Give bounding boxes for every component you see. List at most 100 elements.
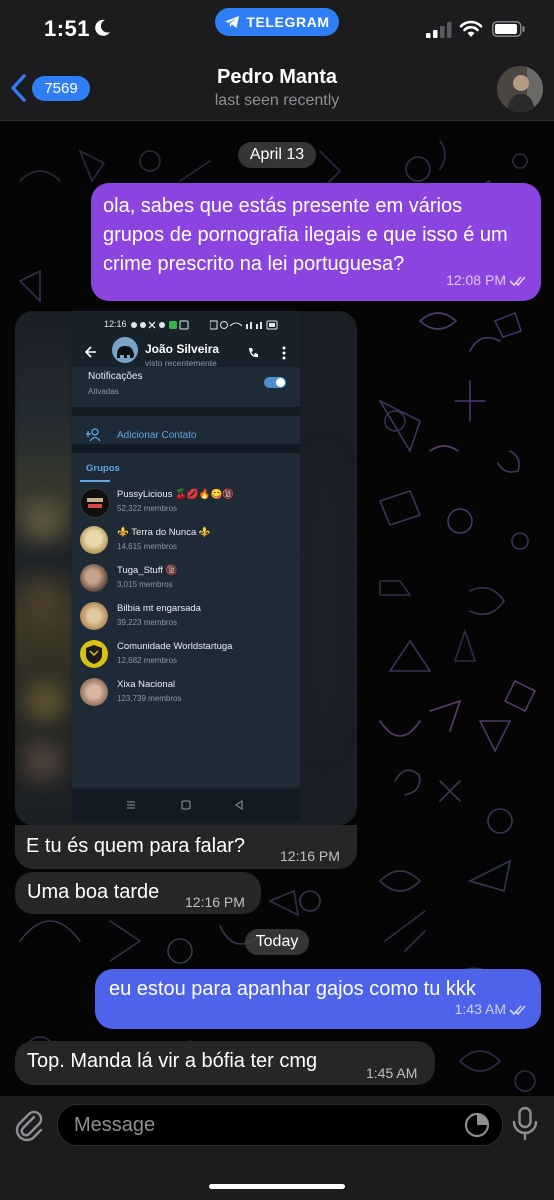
blurred-region [23, 501, 63, 541]
message-input-placeholder: Message [74, 1114, 156, 1136]
group-title: PussyLicious 🍒💋🔥😋🔞 [117, 489, 235, 500]
group-members: 3,015 membros [117, 580, 173, 589]
embedded-groups-section: Grupos PussyLicious 🍒💋🔥😋🔞 52,322 membros… [72, 453, 300, 787]
message-time: 12:16 PM [280, 848, 340, 864]
double-check-icon [509, 1004, 526, 1015]
date-separator: Today [245, 929, 309, 955]
outgoing-message[interactable]: eu estou para apanhar gajos como tu kkk … [95, 969, 541, 1029]
embedded-groups-header: Grupos [86, 463, 120, 474]
incoming-message[interactable]: Top. Manda lá vir a bófia ter cmg 1:45 A… [15, 1041, 435, 1085]
group-avatar [80, 602, 108, 630]
message-text: Top. Manda lá vir a bófia ter cmg [27, 1050, 318, 1072]
battery-icon [492, 21, 525, 37]
back-chevron-icon[interactable] [8, 73, 30, 103]
embedded-group-item: PussyLicious 🍒💋🔥😋🔞 52,322 membros [80, 484, 294, 522]
message-time: 1:43 AM [454, 1001, 506, 1017]
message-meta: 12:08 PM [446, 266, 529, 295]
blurred-region [23, 741, 63, 781]
embedded-notifications-label: Notificações [88, 371, 143, 382]
message-meta: 1:43 AM [455, 995, 529, 1024]
moon-icon [95, 19, 110, 36]
group-members: 52,322 membros [117, 504, 178, 513]
incoming-photo-message[interactable]: 12:16 João Silveira visto recentemente N… [15, 311, 357, 825]
group-avatar [80, 640, 108, 668]
message-composer: Message [0, 1096, 554, 1200]
group-avatar [80, 488, 110, 518]
embedded-group-item: Tuga_Stuff 🔞 3,015 membros [80, 560, 294, 598]
home-square-icon [181, 800, 191, 810]
embedded-android-nav [72, 789, 300, 821]
contact-status: last seen recently [214, 92, 340, 109]
shield-emblem-icon [86, 645, 102, 664]
embedded-group-item: Bilbia mt engarsada 39,223 membros [80, 598, 294, 636]
sticker-icon[interactable] [464, 1112, 490, 1138]
chat-area[interactable]: April 13 ola, sabes que estás presente e… [0, 121, 554, 1096]
group-members: 123,739 membros [117, 694, 182, 703]
incoming-message[interactable]: E tu és quem para falar? 12:16 PM [15, 825, 357, 869]
outgoing-message[interactable]: ola, sabes que estás presente em vários … [91, 183, 541, 301]
embedded-contact-avatar [112, 337, 138, 363]
group-avatar [80, 678, 108, 706]
back-unread-badge[interactable]: 7569 [32, 76, 90, 101]
message-time: 12:08 PM [446, 272, 506, 288]
status-bar: 1:51 TELEGRAM [0, 0, 554, 58]
group-avatar [80, 526, 108, 554]
back-triangle-icon [235, 800, 243, 810]
embedded-more-icon [282, 346, 286, 360]
message-text: E tu és quem para falar? [26, 835, 246, 857]
recent-apps-icon [127, 801, 135, 809]
home-indicator[interactable] [209, 1184, 345, 1189]
embedded-groups-tab-underline [80, 480, 110, 482]
group-title: Tuga_Stuff 🔞 [117, 565, 178, 576]
embedded-divider [72, 444, 300, 453]
embedded-phone-screenshot: 12:16 João Silveira visto recentemente N… [72, 311, 300, 821]
date-separator: April 13 [238, 142, 316, 168]
embedded-contact-name: João Silveira [145, 342, 220, 356]
contact-name[interactable]: Pedro Manta [150, 66, 404, 89]
embedded-group-item: Xixa Nacional 123,739 membros [80, 674, 294, 712]
double-check-icon [509, 275, 526, 286]
group-title: Comunidade Worldstartuga [117, 641, 233, 652]
embedded-status-right-icons [210, 320, 278, 330]
message-text: Uma boa tarde [27, 881, 160, 903]
microphone-icon[interactable] [511, 1106, 539, 1142]
attach-paperclip-icon[interactable] [12, 1108, 46, 1142]
message-time: 1:45 AM [366, 1065, 418, 1081]
telegram-return-pill[interactable]: TELEGRAM [215, 8, 339, 36]
group-title: Bilbia mt engarsada [117, 603, 201, 614]
avatar-photo-icon [497, 66, 543, 112]
embedded-phone-icon [249, 348, 258, 358]
group-title: Xixa Nacional [117, 679, 176, 690]
embedded-notifications-section: Notificações Ativadas [72, 367, 300, 407]
group-title: ⚜️ Terra do Nunca ⚜️ [117, 527, 211, 538]
group-members: 14,615 membros [117, 542, 178, 551]
group-members: 12,682 membros [117, 656, 178, 665]
telegram-pill-label: TELEGRAM [246, 14, 330, 30]
wifi-icon [459, 20, 483, 37]
pussylicious-logo-icon [87, 498, 103, 508]
embedded-group-item: ⚜️ Terra do Nunca ⚜️ 14,615 membros [80, 522, 294, 560]
cell-signal-icon [426, 22, 452, 38]
add-person-icon [86, 428, 101, 442]
chat-header: 7569 Pedro Manta last seen recently [0, 58, 554, 121]
group-avatar [80, 564, 108, 592]
blurred-region [305, 451, 345, 751]
blurred-region [25, 681, 65, 721]
elephant-icon [117, 346, 135, 358]
group-members: 39,223 membros [117, 618, 178, 627]
contact-avatar[interactable] [497, 66, 543, 112]
message-input[interactable]: Message [57, 1104, 503, 1146]
telegram-plane-icon [225, 16, 240, 28]
embedded-status-time: 12:16 [104, 319, 127, 329]
embedded-back-arrow-icon [84, 346, 96, 358]
embedded-divider [72, 407, 300, 416]
status-time: 1:51 [44, 16, 91, 41]
incoming-message[interactable]: Uma boa tarde 12:16 PM [15, 872, 261, 914]
embedded-group-item: Comunidade Worldstartuga 12,682 membros [80, 636, 294, 674]
message-time: 12:16 PM [185, 894, 245, 910]
embedded-notifications-value: Ativadas [88, 387, 119, 396]
embedded-notifications-toggle [264, 377, 286, 388]
embedded-status-icons [131, 320, 189, 330]
blurred-region [25, 581, 61, 621]
embedded-add-contact-label: Adicionar Contato [117, 430, 197, 441]
